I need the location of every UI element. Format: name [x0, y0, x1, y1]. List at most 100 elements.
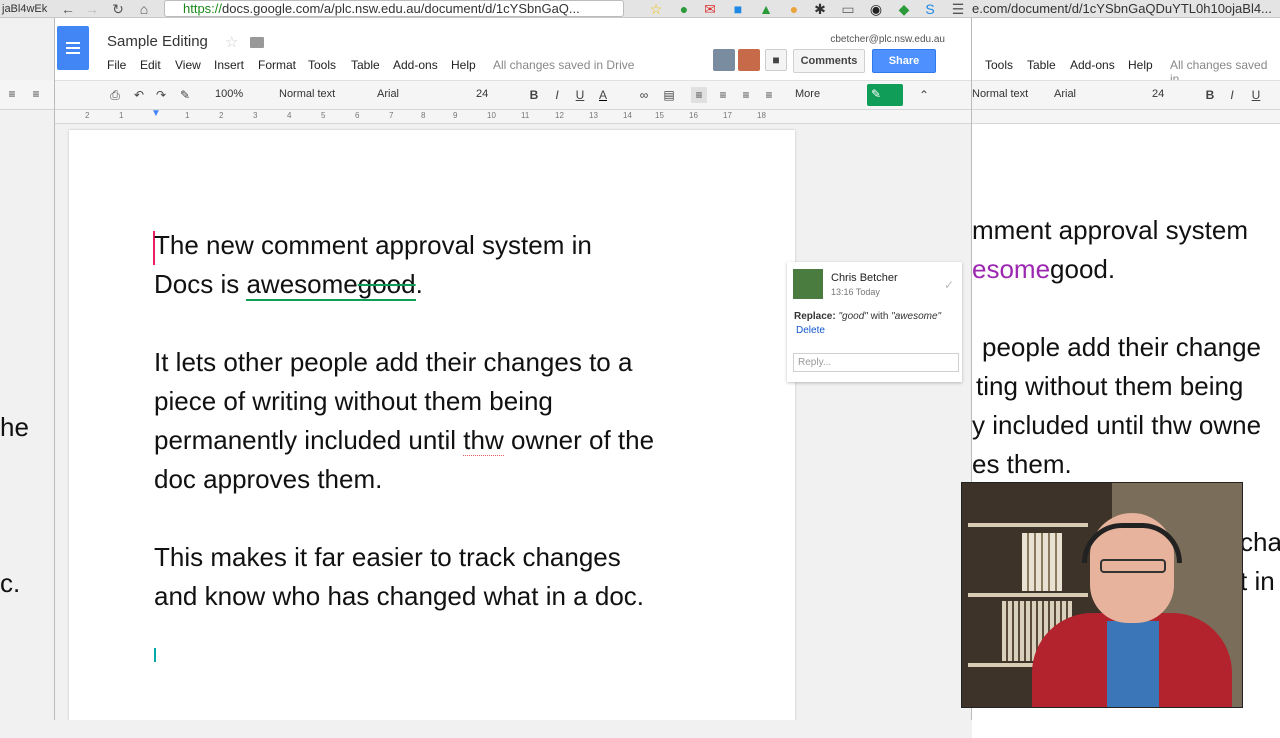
menu-insert[interactable]: Insert: [214, 58, 244, 72]
paragraph-2[interactable]: It lets other people add their changes t…: [154, 343, 754, 499]
extension-icon[interactable]: S: [922, 1, 938, 17]
folder-icon[interactable]: [250, 37, 264, 48]
document-title[interactable]: Sample Editing: [107, 33, 208, 50]
chat-icon[interactable]: ■: [765, 49, 787, 71]
menu-table[interactable]: Table: [351, 58, 380, 72]
bg-text-line: esomegood.: [972, 254, 1116, 284]
menu-tools[interactable]: Tools: [308, 58, 336, 72]
text-line: The new comment approval system in: [154, 230, 592, 260]
menu-help[interactable]: Help: [451, 58, 476, 72]
menu-view[interactable]: View: [175, 58, 201, 72]
account-email[interactable]: cbetcher@plc.nsw.edu.au: [830, 34, 945, 45]
paragraph-1[interactable]: The new comment approval system in Docs …: [154, 226, 754, 304]
gmail-icon[interactable]: ✉: [702, 1, 718, 17]
font-size-select[interactable]: 24: [476, 88, 488, 100]
extension-icon[interactable]: ●: [786, 1, 802, 17]
text-line: It lets other people add their changes t…: [154, 347, 633, 377]
extension-icon[interactable]: ✱: [812, 1, 828, 17]
menu-icon[interactable]: ☰: [950, 1, 966, 17]
text-line: Docs is awesomegood.: [154, 269, 423, 301]
menu-edit[interactable]: Edit: [140, 58, 161, 72]
extension-icon[interactable]: ◉: [868, 1, 884, 17]
italic-icon[interactable]: I: [549, 87, 565, 103]
share-button[interactable]: Share: [872, 49, 936, 73]
ruler[interactable]: 2 1 ▼ 1 2 3 4 5 6 7 8 9 10 11 12 13 14 1…: [55, 108, 971, 124]
bg-size-select: 24: [1152, 88, 1165, 100]
align-center-icon: ≡: [32, 87, 40, 101]
document-page[interactable]: The new comment approval system in Docs …: [69, 130, 795, 720]
home-icon[interactable]: ⌂: [136, 1, 152, 17]
docs-window: Sample Editing ☆ File Edit View Insert F…: [54, 18, 972, 720]
bold-icon: B: [1205, 88, 1215, 102]
collapse-icon[interactable]: ⌃: [916, 87, 932, 103]
formatting-toolbar: ⎙ ↶ ↷ ✎ 100% Normal text Arial 24 B I U …: [55, 80, 971, 110]
delete-suggestion-link[interactable]: Delete: [796, 325, 825, 336]
suggesting-mode-button[interactable]: ✎: [867, 84, 903, 106]
background-window-left: ≡ ≡ he c.: [0, 18, 54, 738]
collaborator-avatar[interactable]: [713, 49, 735, 71]
reply-input[interactable]: Reply...: [793, 353, 959, 372]
more-button[interactable]: More: [795, 88, 820, 100]
suggested-insertion[interactable]: awesome: [246, 269, 358, 301]
docs-header: Sample Editing ☆ File Edit View Insert F…: [55, 18, 971, 80]
style-select[interactable]: Normal text: [279, 88, 335, 100]
accept-check-icon[interactable]: ✓: [944, 278, 954, 292]
zoom-select[interactable]: 100%: [215, 88, 243, 100]
url-path: docs.google.com/a/plc.nsw.edu.au/documen…: [222, 1, 580, 16]
extension-icon[interactable]: ◆: [896, 1, 912, 17]
font-select[interactable]: Arial: [377, 88, 399, 100]
bold-icon[interactable]: B: [526, 87, 542, 103]
collaborator-avatar[interactable]: [738, 49, 760, 71]
redo-icon[interactable]: ↷: [153, 87, 169, 103]
comments-button[interactable]: Comments: [793, 49, 865, 73]
comment-author: Chris Betcher: [831, 272, 898, 284]
paint-format-icon[interactable]: ✎: [177, 87, 193, 103]
bg-text-line: es them.: [972, 449, 1072, 479]
underline-icon: U: [1251, 88, 1261, 102]
text-line: permanently included until thw owner of …: [154, 425, 655, 456]
extension-icon[interactable]: ■: [730, 1, 746, 17]
link-icon[interactable]: ∞: [636, 87, 652, 103]
bg-menu-tools: Tools: [985, 58, 1014, 72]
bg-font-select: Arial: [1054, 88, 1077, 100]
reload-icon[interactable]: ↻: [110, 1, 126, 17]
webcam-overlay: [961, 482, 1243, 708]
italic-icon: I: [1230, 88, 1234, 102]
bg-ruler: [972, 110, 1280, 124]
menu-file[interactable]: File: [107, 58, 126, 72]
suggestion-text: Replace: "good" with "awesome": [794, 311, 942, 322]
print-icon[interactable]: ⎙: [107, 87, 123, 103]
comment-icon[interactable]: ▤: [661, 87, 677, 103]
menu-format[interactable]: Format: [258, 58, 296, 72]
text-cursor: [154, 648, 156, 662]
menu-addons[interactable]: Add-ons: [393, 58, 438, 72]
background-text: c.: [0, 568, 21, 598]
forward-icon[interactable]: →: [84, 1, 100, 17]
back-icon[interactable]: ←: [60, 1, 76, 17]
indent-marker-icon[interactable]: ▼: [151, 108, 161, 119]
bg-menu-help: Help: [1128, 58, 1153, 72]
bg-text-line: ting without them being: [976, 371, 1244, 401]
spelling-error[interactable]: thw: [463, 425, 504, 456]
star-icon[interactable]: ☆: [225, 33, 238, 51]
align-center-icon[interactable]: ≡: [715, 87, 731, 103]
background-text: he: [0, 412, 29, 442]
bg-text-line: mment approval system: [972, 215, 1248, 245]
address-bar[interactable]: https://docs.google.com/a/plc.nsw.edu.au…: [164, 0, 624, 17]
justify-icon[interactable]: ≡: [761, 87, 777, 103]
align-right-icon[interactable]: ≡: [738, 87, 754, 103]
url-scheme: https://: [183, 1, 223, 16]
undo-icon[interactable]: ↶: [131, 87, 147, 103]
paragraph-3[interactable]: This makes it far easier to track change…: [154, 538, 754, 616]
extension-icon[interactable]: ●: [676, 1, 692, 17]
align-left-icon[interactable]: ≡: [691, 87, 707, 103]
bg-menu-table: Table: [1027, 58, 1056, 72]
bookmark-star-icon[interactable]: ☆: [648, 1, 664, 17]
underline-icon[interactable]: U: [572, 87, 588, 103]
cast-icon[interactable]: ▭: [840, 1, 856, 17]
text-color-icon[interactable]: A: [595, 87, 611, 103]
share-extension-icon[interactable]: ▲: [758, 1, 774, 17]
suggestion-comment-card[interactable]: Chris Betcher 13:16 Today ✓ Replace: "go…: [787, 262, 962, 382]
docs-logo-icon[interactable]: [57, 26, 89, 70]
suggested-deletion[interactable]: good: [357, 269, 416, 301]
